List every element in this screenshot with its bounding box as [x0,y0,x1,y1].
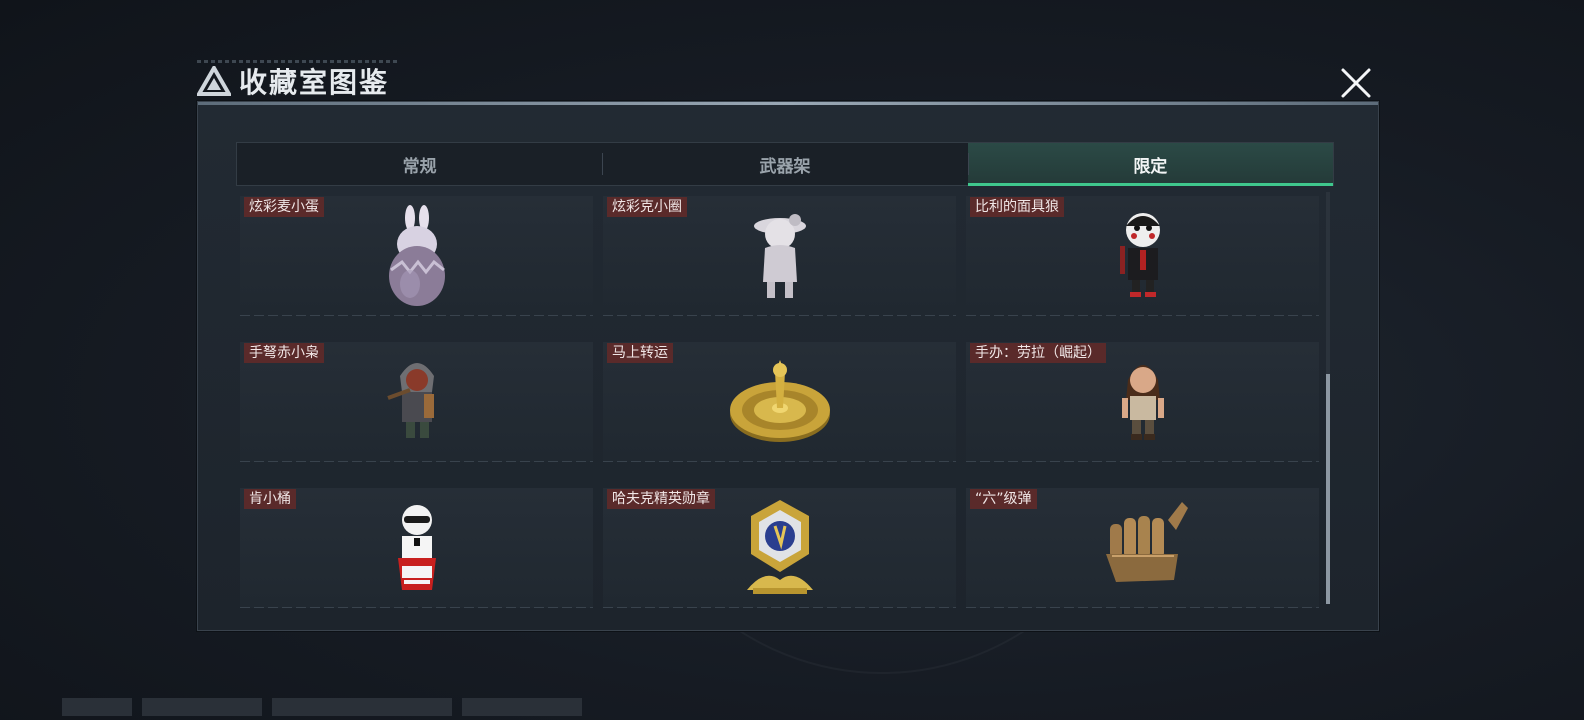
tab-label: 武器架 [759,156,811,177]
item-card[interactable]: 肯小桶 [240,488,593,608]
bottom-block [142,698,262,716]
item-card[interactable]: 炫彩麦小蛋 [240,196,593,316]
hooded-archer-figure-icon [386,363,434,438]
item-card[interactable]: 马上转运 [603,342,956,462]
close-button[interactable] [1335,62,1377,104]
triangle-logo-icon [197,66,231,96]
tab-limited[interactable]: 限定 [967,143,1334,186]
modal-title: 收藏室图鉴 [239,66,390,99]
item-card[interactable]: 手办：劳拉（崛起） [966,342,1319,462]
grid-scrollbar[interactable] [1326,192,1330,604]
item-label: 炫彩克小圈 [607,197,687,217]
item-label: 比利的面具狼 [970,197,1064,217]
item-label: 炫彩麦小蛋 [244,197,324,217]
item-card[interactable]: 炫彩克小圈 [603,196,956,316]
golden-wheel-icon [729,360,830,442]
colonel-figure-icon [397,505,436,590]
medal-trophy-icon [746,500,813,594]
bottom-block [62,698,132,716]
item-label: 马上转运 [607,343,673,363]
item-card[interactable]: 比利的面具狼 [966,196,1319,316]
item-label: 哈夫克精英勋章 [607,489,715,509]
bottom-status-bar [62,698,582,720]
tab-bar: 常规 武器架 限定 [236,142,1334,186]
modal-top-border [198,102,1378,105]
collection-modal: 常规 武器架 限定 炫彩麦小蛋 炫彩克小圈 比利的面具狼 手弩赤小枭 马上转运 … [197,101,1379,631]
puppet-figure-icon [1119,213,1160,297]
modal-header: 收藏室图鉴 [197,62,389,100]
rabbit-egg-figure-icon [388,205,445,306]
bottom-block [272,698,452,716]
scrollbar-thumb[interactable] [1326,374,1330,604]
tab-regular[interactable]: 常规 [237,143,602,185]
tab-weapon-rack[interactable]: 武器架 [602,143,967,185]
girl-figure-icon [753,214,806,298]
item-grid: 炫彩麦小蛋 炫彩克小圈 比利的面具狼 手弩赤小枭 马上转运 手办：劳拉（崛起） … [240,192,1320,630]
lara-figure-icon [1121,365,1164,440]
item-card[interactable]: 哈夫克精英勋章 [603,488,956,608]
tab-label: 常规 [402,156,437,177]
item-label: 肯小桶 [244,489,296,509]
tab-label: 限定 [1133,156,1168,177]
item-label: 手办：劳拉（崛起） [970,343,1106,363]
bottom-block [462,698,582,716]
bullet-hand-icon [1105,502,1188,582]
item-card[interactable]: 手弩赤小枭 [240,342,593,462]
close-icon [1341,68,1371,98]
item-card[interactable]: “六”级弹 [966,488,1319,608]
item-label: 手弩赤小枭 [244,343,324,363]
item-label: “六”级弹 [970,489,1037,509]
